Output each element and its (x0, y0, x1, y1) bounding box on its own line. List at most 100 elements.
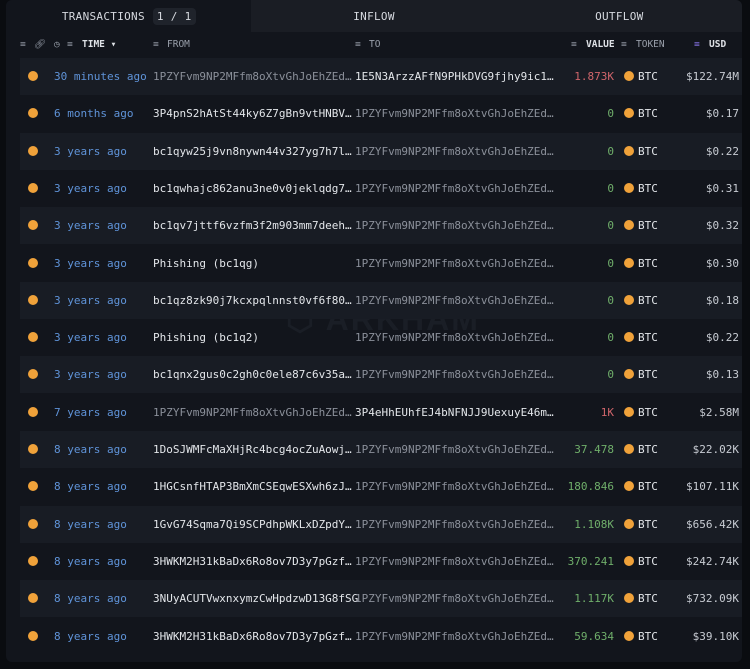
time-link[interactable]: 3 years ago (54, 182, 127, 195)
table-row[interactable]: 3 years ago bc1qwhajc862anu3ne0v0jeklqdg… (20, 170, 742, 207)
from-address[interactable]: Phishing (bc1qg) (153, 257, 259, 270)
from-address[interactable]: 1PZYFvm9NP2MFfm8oXtvGhJoEhZEd… (153, 406, 352, 419)
to-address[interactable]: 1PZYFvm9NP2MFfm8oXtvGhJoEhZEd… (355, 145, 554, 158)
to-address[interactable]: 1PZYFvm9NP2MFfm8oXtvGhJoEhZEd… (355, 219, 554, 232)
tab-transactions[interactable]: TRANSACTIONS 1 / 1 (6, 0, 252, 32)
to-address[interactable]: 1PZYFvm9NP2MFfm8oXtvGhJoEhZEd… (355, 443, 554, 456)
time-link[interactable]: 8 years ago (54, 630, 127, 643)
value-filter-icon[interactable]: ≡ (571, 39, 577, 50)
to-address[interactable]: 1PZYFvm9NP2MFfm8oXtvGhJoEhZEd… (355, 630, 554, 643)
from-address[interactable]: 3HWKM2H31kBaDx6Ro8ov7D3y7pGzf… (153, 630, 352, 643)
token[interactable]: BTC (638, 443, 658, 456)
to-address[interactable]: 3P4eHhEUhfEJ4bNFNJJ9UexuyE46m… (355, 406, 554, 419)
from-address[interactable]: bc1qz8zk90j7kcxpqlnnst0vf6f80… (153, 294, 352, 307)
to-address[interactable]: 1PZYFvm9NP2MFfm8oXtvGhJoEhZEd… (355, 368, 554, 381)
table-row[interactable]: 8 years ago 1HGCsnfHTAP3BmXmCSEqwESXwh6z… (20, 468, 742, 505)
table-row[interactable]: 3 years ago Phishing (bc1q2) 1PZYFvm9NP2… (20, 319, 742, 356)
btc-token-icon (624, 257, 634, 268)
token[interactable]: BTC (638, 555, 658, 568)
to-address[interactable]: 1PZYFvm9NP2MFfm8oXtvGhJoEhZEd… (355, 107, 554, 120)
to-column-header[interactable]: TO (369, 39, 380, 50)
time-link[interactable]: 8 years ago (54, 555, 127, 568)
token[interactable]: BTC (638, 368, 658, 381)
table-row[interactable]: 3 years ago bc1qz8zk90j7kcxpqlnnst0vf6f8… (20, 281, 742, 319)
from-address[interactable]: 1GvG74Sqma7Qi9SCPdhpWKLxDZpdY… (153, 518, 352, 531)
table-row[interactable]: 3 years ago bc1qyw25j9vn8nywn44v327yg7h7… (20, 132, 742, 170)
to-address[interactable]: 1PZYFvm9NP2MFfm8oXtvGhJoEhZEd… (355, 480, 554, 493)
table-row[interactable]: 8 years ago 3HWKM2H31kBaDx6Ro8ov7D3y7pGz… (20, 543, 742, 580)
token[interactable]: BTC (638, 182, 658, 195)
time-link[interactable]: 8 years ago (54, 518, 127, 531)
to-filter-icon[interactable]: ≡ (355, 39, 361, 50)
token[interactable]: BTC (638, 480, 658, 493)
from-address[interactable]: 1PZYFvm9NP2MFfm8oXtvGhJoEhZEd… (153, 70, 352, 83)
from-address[interactable]: 1DoSJWMFcMaXHjRc4bcg4ocZuAowj… (153, 443, 352, 456)
table-row[interactable]: 8 years ago 1GvG74Sqma7Qi9SCPdhpWKLxDZpd… (20, 505, 742, 543)
token[interactable]: BTC (638, 331, 658, 344)
filter-icon[interactable]: ≡ (20, 39, 26, 50)
time-link[interactable]: 3 years ago (54, 331, 127, 344)
from-address[interactable]: 3P4pnS2hAtSt44ky6Z7gBn9vtHNBV… (153, 107, 352, 120)
token-column-header[interactable]: TOKEN (636, 39, 665, 50)
from-filter-icon[interactable]: ≡ (153, 39, 159, 50)
time-link[interactable]: 8 years ago (54, 480, 127, 493)
to-address[interactable]: 1PZYFvm9NP2MFfm8oXtvGhJoEhZEd… (355, 555, 554, 568)
token-filter-icon[interactable]: ≡ (621, 39, 627, 50)
to-address[interactable]: 1PZYFvm9NP2MFfm8oXtvGhJoEhZEd… (355, 592, 554, 605)
from-address[interactable]: bc1qwhajc862anu3ne0v0jeklqdg7… (153, 182, 352, 195)
to-address[interactable]: 1PZYFvm9NP2MFfm8oXtvGhJoEhZEd… (355, 182, 554, 195)
link-icon[interactable]: 🔗︎ (34, 39, 46, 50)
time-link[interactable]: 3 years ago (54, 145, 127, 158)
from-address[interactable]: 1HGCsnfHTAP3BmXmCSEqwESXwh6zJ… (153, 480, 352, 493)
time-link[interactable]: 3 years ago (54, 294, 127, 307)
to-address[interactable]: 1PZYFvm9NP2MFfm8oXtvGhJoEhZEd… (355, 294, 554, 307)
table-row[interactable]: 6 months ago 3P4pnS2hAtSt44ky6Z7gBn9vtHN… (20, 95, 742, 132)
from-address[interactable]: bc1qnx2gus0c2gh0c0ele87c6v35a… (153, 368, 352, 381)
from-address[interactable]: Phishing (bc1q2) (153, 331, 259, 344)
table-row[interactable]: 8 years ago 3NUyACUTVwxnxymzCwHpdzwD13G8… (20, 580, 742, 618)
table-row[interactable]: 30 minutes ago 1PZYFvm9NP2MFfm8oXtvGhJoE… (20, 58, 742, 95)
time-link[interactable]: 8 years ago (54, 592, 127, 605)
from-address[interactable]: 3HWKM2H31kBaDx6Ro8ov7D3y7pGzf… (153, 555, 352, 568)
time-link[interactable]: 6 months ago (54, 107, 133, 120)
to-address[interactable]: 1PZYFvm9NP2MFfm8oXtvGhJoEhZEd… (355, 331, 554, 344)
table-row[interactable]: 3 years ago bc1qv7jttf6vzfm3f2m903mm7dee… (20, 207, 742, 245)
table-row[interactable]: 8 years ago 1DoSJWMFcMaXHjRc4bcg4ocZuAow… (20, 431, 742, 468)
tab-inflow[interactable]: INFLOW (251, 0, 497, 32)
table-row[interactable]: 3 years ago bc1qnx2gus0c2gh0c0ele87c6v35… (20, 356, 742, 394)
to-address[interactable]: 1PZYFvm9NP2MFfm8oXtvGhJoEhZEd… (355, 518, 554, 531)
from-column-header[interactable]: FROM (167, 39, 190, 50)
tab-outflow[interactable]: OUTFLOW (496, 0, 742, 32)
bitcoin-icon (28, 220, 38, 231)
clock-icon: ◷ (54, 39, 60, 50)
to-address[interactable]: 1PZYFvm9NP2MFfm8oXtvGhJoEhZEd… (355, 257, 554, 270)
token[interactable]: BTC (638, 406, 658, 419)
table-row[interactable]: 7 years ago 1PZYFvm9NP2MFfm8oXtvGhJoEhZE… (20, 394, 742, 431)
time-link[interactable]: 30 minutes ago (54, 70, 147, 83)
table-row[interactable]: 3 years ago Phishing (bc1qg) 1PZYFvm9NP2… (20, 245, 742, 282)
time-link[interactable]: 8 years ago (54, 443, 127, 456)
time-column-header[interactable]: TIME ▾ (82, 39, 116, 50)
from-address[interactable]: 3NUyACUTVwxnxymzCwHpdzwD13G8fSG (153, 592, 358, 605)
token[interactable]: BTC (638, 107, 658, 120)
from-address[interactable]: bc1qyw25j9vn8nywn44v327yg7h7l… (153, 145, 352, 158)
token[interactable]: BTC (638, 219, 658, 232)
time-link[interactable]: 3 years ago (54, 257, 127, 270)
time-link[interactable]: 3 years ago (54, 368, 127, 381)
token[interactable]: BTC (638, 518, 658, 531)
time-filter-icon[interactable]: ≡ (67, 39, 73, 50)
from-address[interactable]: bc1qv7jttf6vzfm3f2m903mm7deeh… (153, 219, 352, 232)
token[interactable]: BTC (638, 70, 658, 83)
token[interactable]: BTC (638, 630, 658, 643)
usd-column-header[interactable]: USD (709, 39, 726, 50)
value-column-header[interactable]: VALUE (586, 39, 615, 50)
token[interactable]: BTC (638, 294, 658, 307)
token[interactable]: BTC (638, 592, 658, 605)
table-row[interactable]: 8 years ago 3HWKM2H31kBaDx6Ro8ov7D3y7pGz… (20, 618, 742, 655)
usd-filter-icon[interactable]: ≡ (694, 39, 700, 50)
time-link[interactable]: 7 years ago (54, 406, 127, 419)
token[interactable]: BTC (638, 145, 658, 158)
time-link[interactable]: 3 years ago (54, 219, 127, 232)
to-address[interactable]: 1E5N3ArzzAFfN9PHkDVG9fjhy9ic1… (355, 70, 554, 83)
token[interactable]: BTC (638, 257, 658, 270)
